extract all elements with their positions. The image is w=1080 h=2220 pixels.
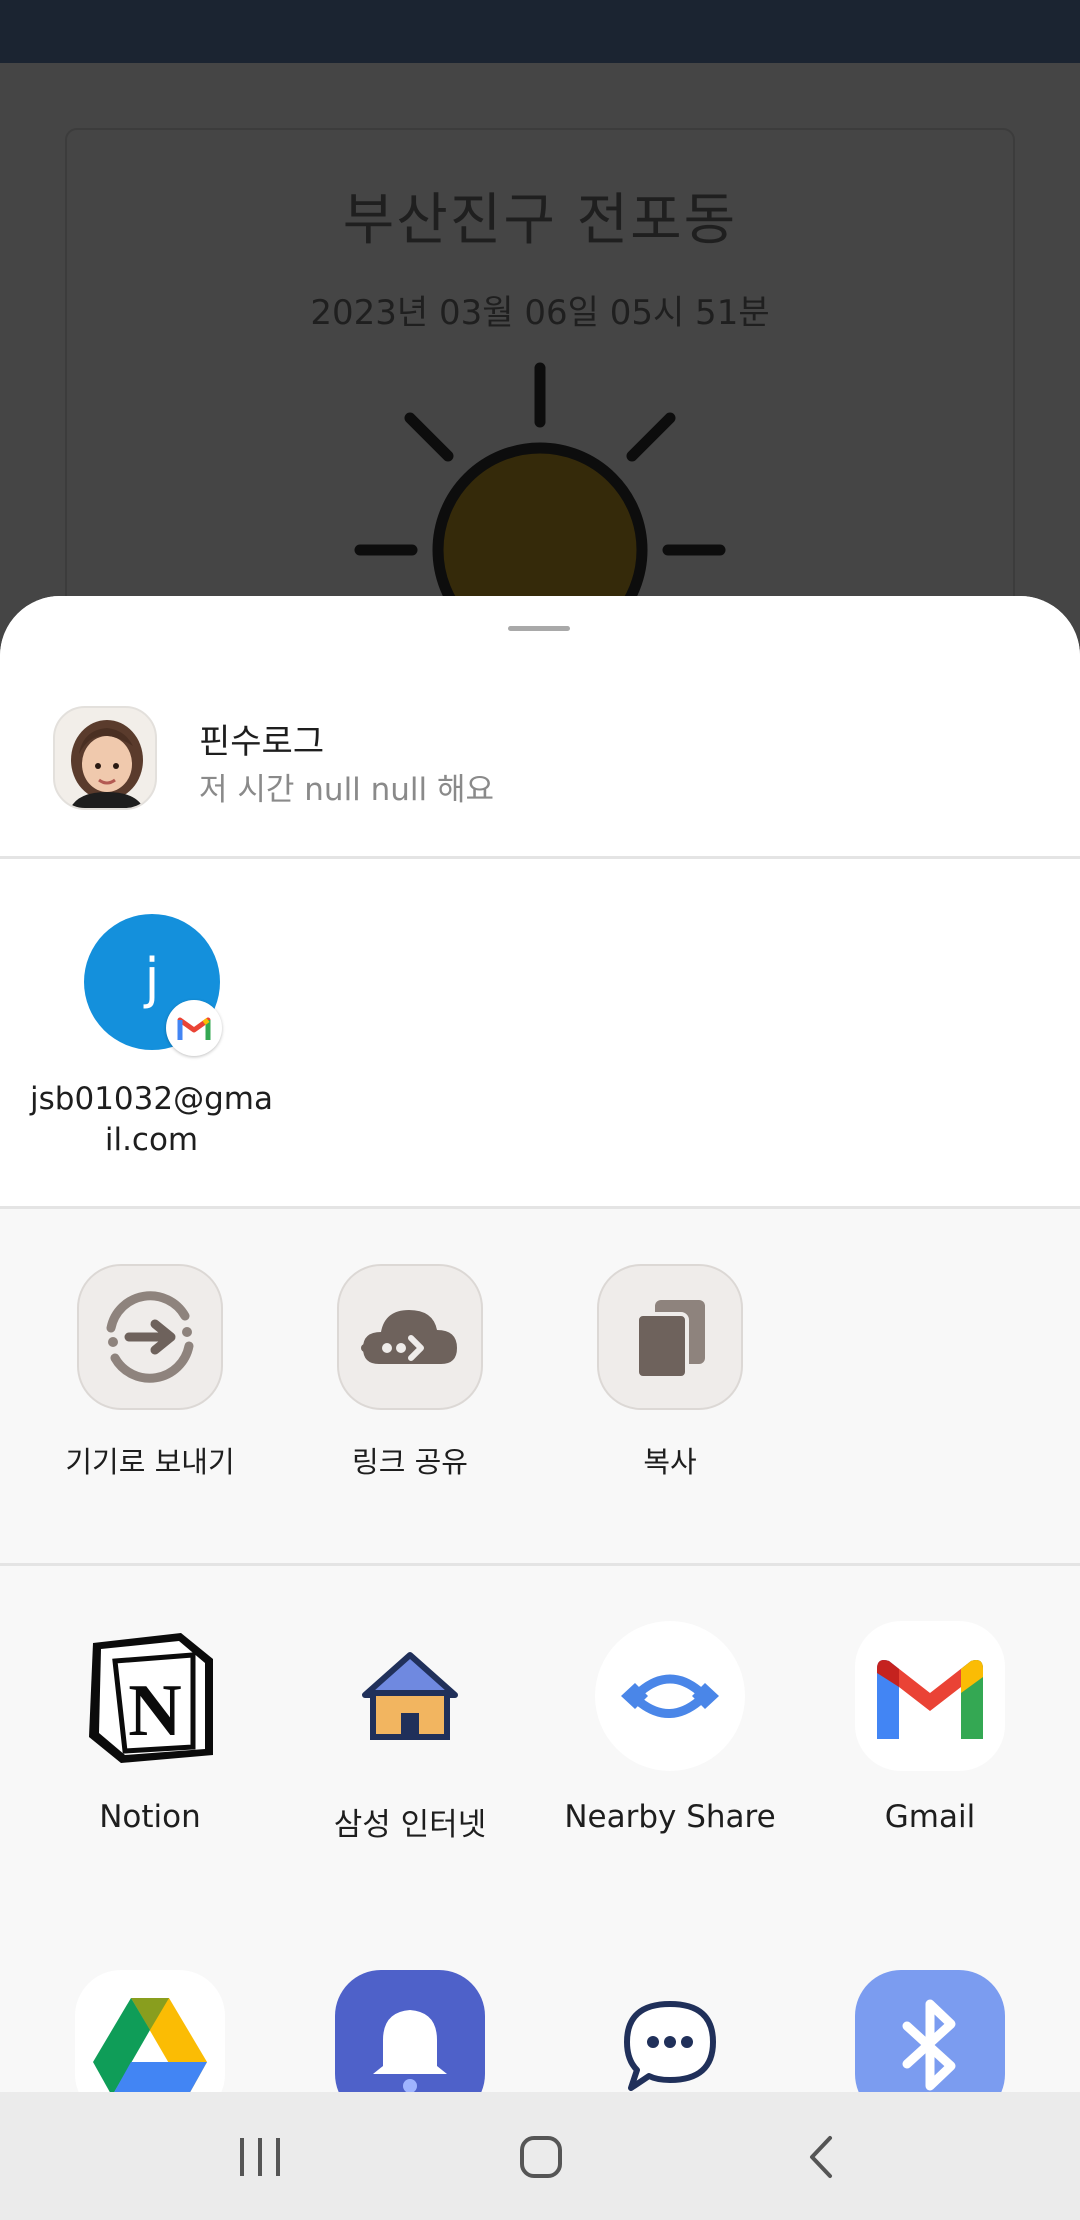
drag-handle[interactable]	[508, 626, 570, 631]
status-bar	[0, 0, 1080, 63]
share-preview[interactable]: 핀수로그 저 시간 null null 해요	[0, 596, 1080, 856]
app-label: Nearby Share	[564, 1799, 776, 1835]
copy-icon	[597, 1264, 743, 1410]
app-label: Gmail	[884, 1799, 976, 1835]
weather-datetime: 2023년 03월 06일 05시 51분	[310, 293, 770, 333]
google-drive-icon	[75, 1970, 225, 2092]
action-label: 기기로 보내기	[65, 1445, 235, 1479]
recent-apps-button[interactable]	[210, 2122, 310, 2192]
navigation-bar	[0, 2092, 1080, 2220]
messages-icon	[595, 1970, 745, 2092]
quick-actions-section: 기기로 보내기 링크 공유 복사	[0, 1209, 1080, 1563]
preview-text: 저 시간 null null 해요	[199, 772, 495, 808]
samsung-internet-icon	[335, 1621, 485, 1771]
nearby-share-icon	[595, 1621, 745, 1771]
svg-text:N: N	[128, 1670, 181, 1752]
back-button[interactable]	[770, 2122, 870, 2192]
home-icon	[520, 2136, 562, 2178]
memoji-avatar	[53, 706, 157, 810]
location-title: 부산진구 전포동	[342, 188, 738, 253]
contact-name: jsb01032@gmail.com	[30, 1081, 273, 1158]
action-label: 링크 공유	[352, 1445, 468, 1479]
bluetooth-icon	[855, 1970, 1005, 2092]
back-icon	[810, 2136, 832, 2178]
direct-share-section: j jsb01032@gmail.com	[0, 859, 1080, 1206]
recent-apps-icon	[240, 2138, 280, 2176]
preview-title: 핀수로그	[199, 722, 325, 762]
sun-icon	[354, 362, 726, 600]
app-label: Notion	[99, 1799, 201, 1835]
gmail-icon	[855, 1621, 1005, 1771]
cloud-link-icon	[337, 1264, 483, 1410]
action-label: 복사	[643, 1445, 697, 1479]
app-label: 삼성 인터넷	[333, 1807, 487, 1843]
gmail-icon	[166, 1000, 222, 1056]
apps-section: N Notion 삼성 인터넷 Nearby Share Gmail	[0, 1566, 1080, 2092]
home-button[interactable]	[490, 2122, 590, 2192]
reminder-bell-icon	[335, 1970, 485, 2092]
send-to-device-icon	[77, 1264, 223, 1410]
share-sheet: 핀수로그 저 시간 null null 해요 j jsb01032@gmail.…	[0, 596, 1080, 2092]
notion-icon: N	[75, 1621, 225, 1771]
